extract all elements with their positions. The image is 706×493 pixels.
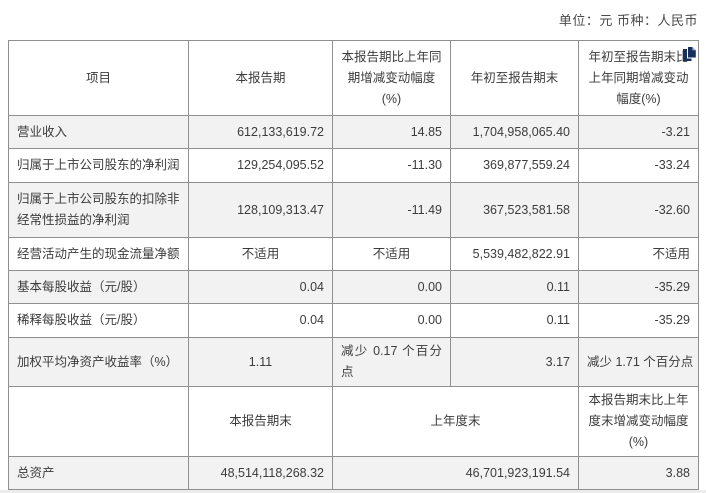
- cell-current: 612,133,619.72: [188, 115, 333, 149]
- cell-yoy: -11.30: [332, 148, 451, 183]
- header-ytd-yoy-change-label: 年初至报告期末比上年同期增减变动幅度(%): [588, 49, 689, 106]
- cell-ytd-yoy: -35.29: [578, 303, 699, 338]
- cell-ytd-yoy: -35.29: [578, 270, 699, 304]
- table-row: 加权平均净资产收益率（%） 1.11 减少 0.17 个百分点 3.17 减少 …: [8, 337, 699, 387]
- cell-ytd: 5,539,482,822.91: [450, 237, 579, 271]
- cell-current: 1.11: [188, 337, 333, 387]
- header-row-period: 项目 本报告期 本报告期比上年同期增减变动幅度(%) 年初至报告期末 年初至报告…: [8, 40, 699, 116]
- cell-yoy: 14.85: [332, 115, 451, 149]
- table-row: 归属于上市公司股东的净利润 129,254,095.52 -11.30 369,…: [8, 148, 699, 183]
- cell-ytd: 1,704,958,065.40: [450, 115, 579, 149]
- cell-current: 不适用: [188, 237, 333, 271]
- header-period-end: 本报告期末: [188, 386, 333, 457]
- header-end-change: 本报告期末比上年度末增减变动幅度(%): [578, 386, 699, 457]
- cell-ytd-yoy: -32.60: [578, 182, 699, 238]
- table-row: 营业收入 612,133,619.72 14.85 1,704,958,065.…: [8, 115, 699, 149]
- cell-current: 0.04: [188, 270, 333, 304]
- cell-yoy: 减少 0.17 个百分点: [332, 337, 451, 387]
- table-row: 经营活动产生的现金流量净额 不适用 不适用 5,539,482,822.91 不…: [8, 237, 699, 271]
- cell-ytd-yoy: 减少 1.71 个百分点: [578, 337, 699, 387]
- cell-ytd-yoy: -33.24: [578, 148, 699, 183]
- row-label: 总资产: [8, 456, 189, 490]
- row-label: 加权平均净资产收益率（%）: [8, 337, 189, 387]
- header-empty: [8, 386, 189, 457]
- row-label: 基本每股收益（元/股）: [8, 270, 189, 304]
- cell-current: 0.04: [188, 303, 333, 338]
- header-row-period-end: 本报告期末 上年度末 本报告期末比上年度末增减变动幅度(%): [8, 386, 699, 457]
- cell-yoy: 0.00: [332, 270, 451, 304]
- cell-ytd-yoy: -3.21: [578, 115, 699, 149]
- cell-period-end: 48,514,118,268.32: [188, 456, 333, 490]
- row-label: 归属于上市公司股东的扣除非经常性损益的净利润: [8, 182, 189, 238]
- table-row: 总资产 48,514,118,268.32 46,701,923,191.54 …: [8, 456, 699, 490]
- cell-ytd: 3.17: [450, 337, 579, 387]
- header-prev-year-end: 上年度末: [332, 386, 579, 457]
- cell-current: 129,254,095.52: [188, 148, 333, 183]
- header-yoy-change: 本报告期比上年同期增减变动幅度(%): [332, 40, 451, 116]
- header-ytd: 年初至报告期末: [450, 40, 579, 116]
- cell-ytd: 0.11: [450, 270, 579, 304]
- row-label: 经营活动产生的现金流量净额: [8, 237, 189, 271]
- cell-ytd: 369,877,559.24: [450, 148, 579, 183]
- cell-yoy: 0.00: [332, 303, 451, 338]
- cell-prev-year-end: 46,701,923,191.54: [332, 456, 579, 490]
- cell-ytd: 367,523,581.58: [450, 182, 579, 238]
- table-row: 基本每股收益（元/股） 0.04 0.00 0.11 -35.29: [8, 270, 699, 304]
- row-label: 营业收入: [8, 115, 189, 149]
- copy-icon[interactable]: [683, 46, 697, 61]
- header-ytd-yoy-change: 年初至报告期末比上年同期增减变动幅度(%): [578, 40, 699, 116]
- table-row: 归属于上市公司股东的扣除非经常性损益的净利润 128,109,313.47 -1…: [8, 182, 699, 238]
- cell-yoy: 不适用: [332, 237, 451, 271]
- header-current-period: 本报告期: [188, 40, 333, 116]
- cell-ytd-yoy: 不适用: [578, 237, 699, 271]
- table-row: 稀释每股收益（元/股） 0.04 0.00 0.11 -35.29: [8, 303, 699, 338]
- cell-yoy: -11.49: [332, 182, 451, 238]
- financial-summary-table: 项目 本报告期 本报告期比上年同期增减变动幅度(%) 年初至报告期末 年初至报告…: [8, 40, 699, 493]
- cell-current: 128,109,313.47: [188, 182, 333, 238]
- cell-end-change: 3.88: [578, 456, 699, 490]
- header-item: 项目: [8, 40, 189, 116]
- report-page: 单位：元 币种：人民币 项目 本报告期 本报告期比上年同期增减变动幅度(%) 年…: [0, 0, 706, 493]
- row-label: 归属于上市公司股东的净利润: [8, 148, 189, 183]
- row-label: 稀释每股收益（元/股）: [8, 303, 189, 338]
- unit-currency-label: 单位：元 币种：人民币: [558, 13, 698, 28]
- cell-ytd: 0.11: [450, 303, 579, 338]
